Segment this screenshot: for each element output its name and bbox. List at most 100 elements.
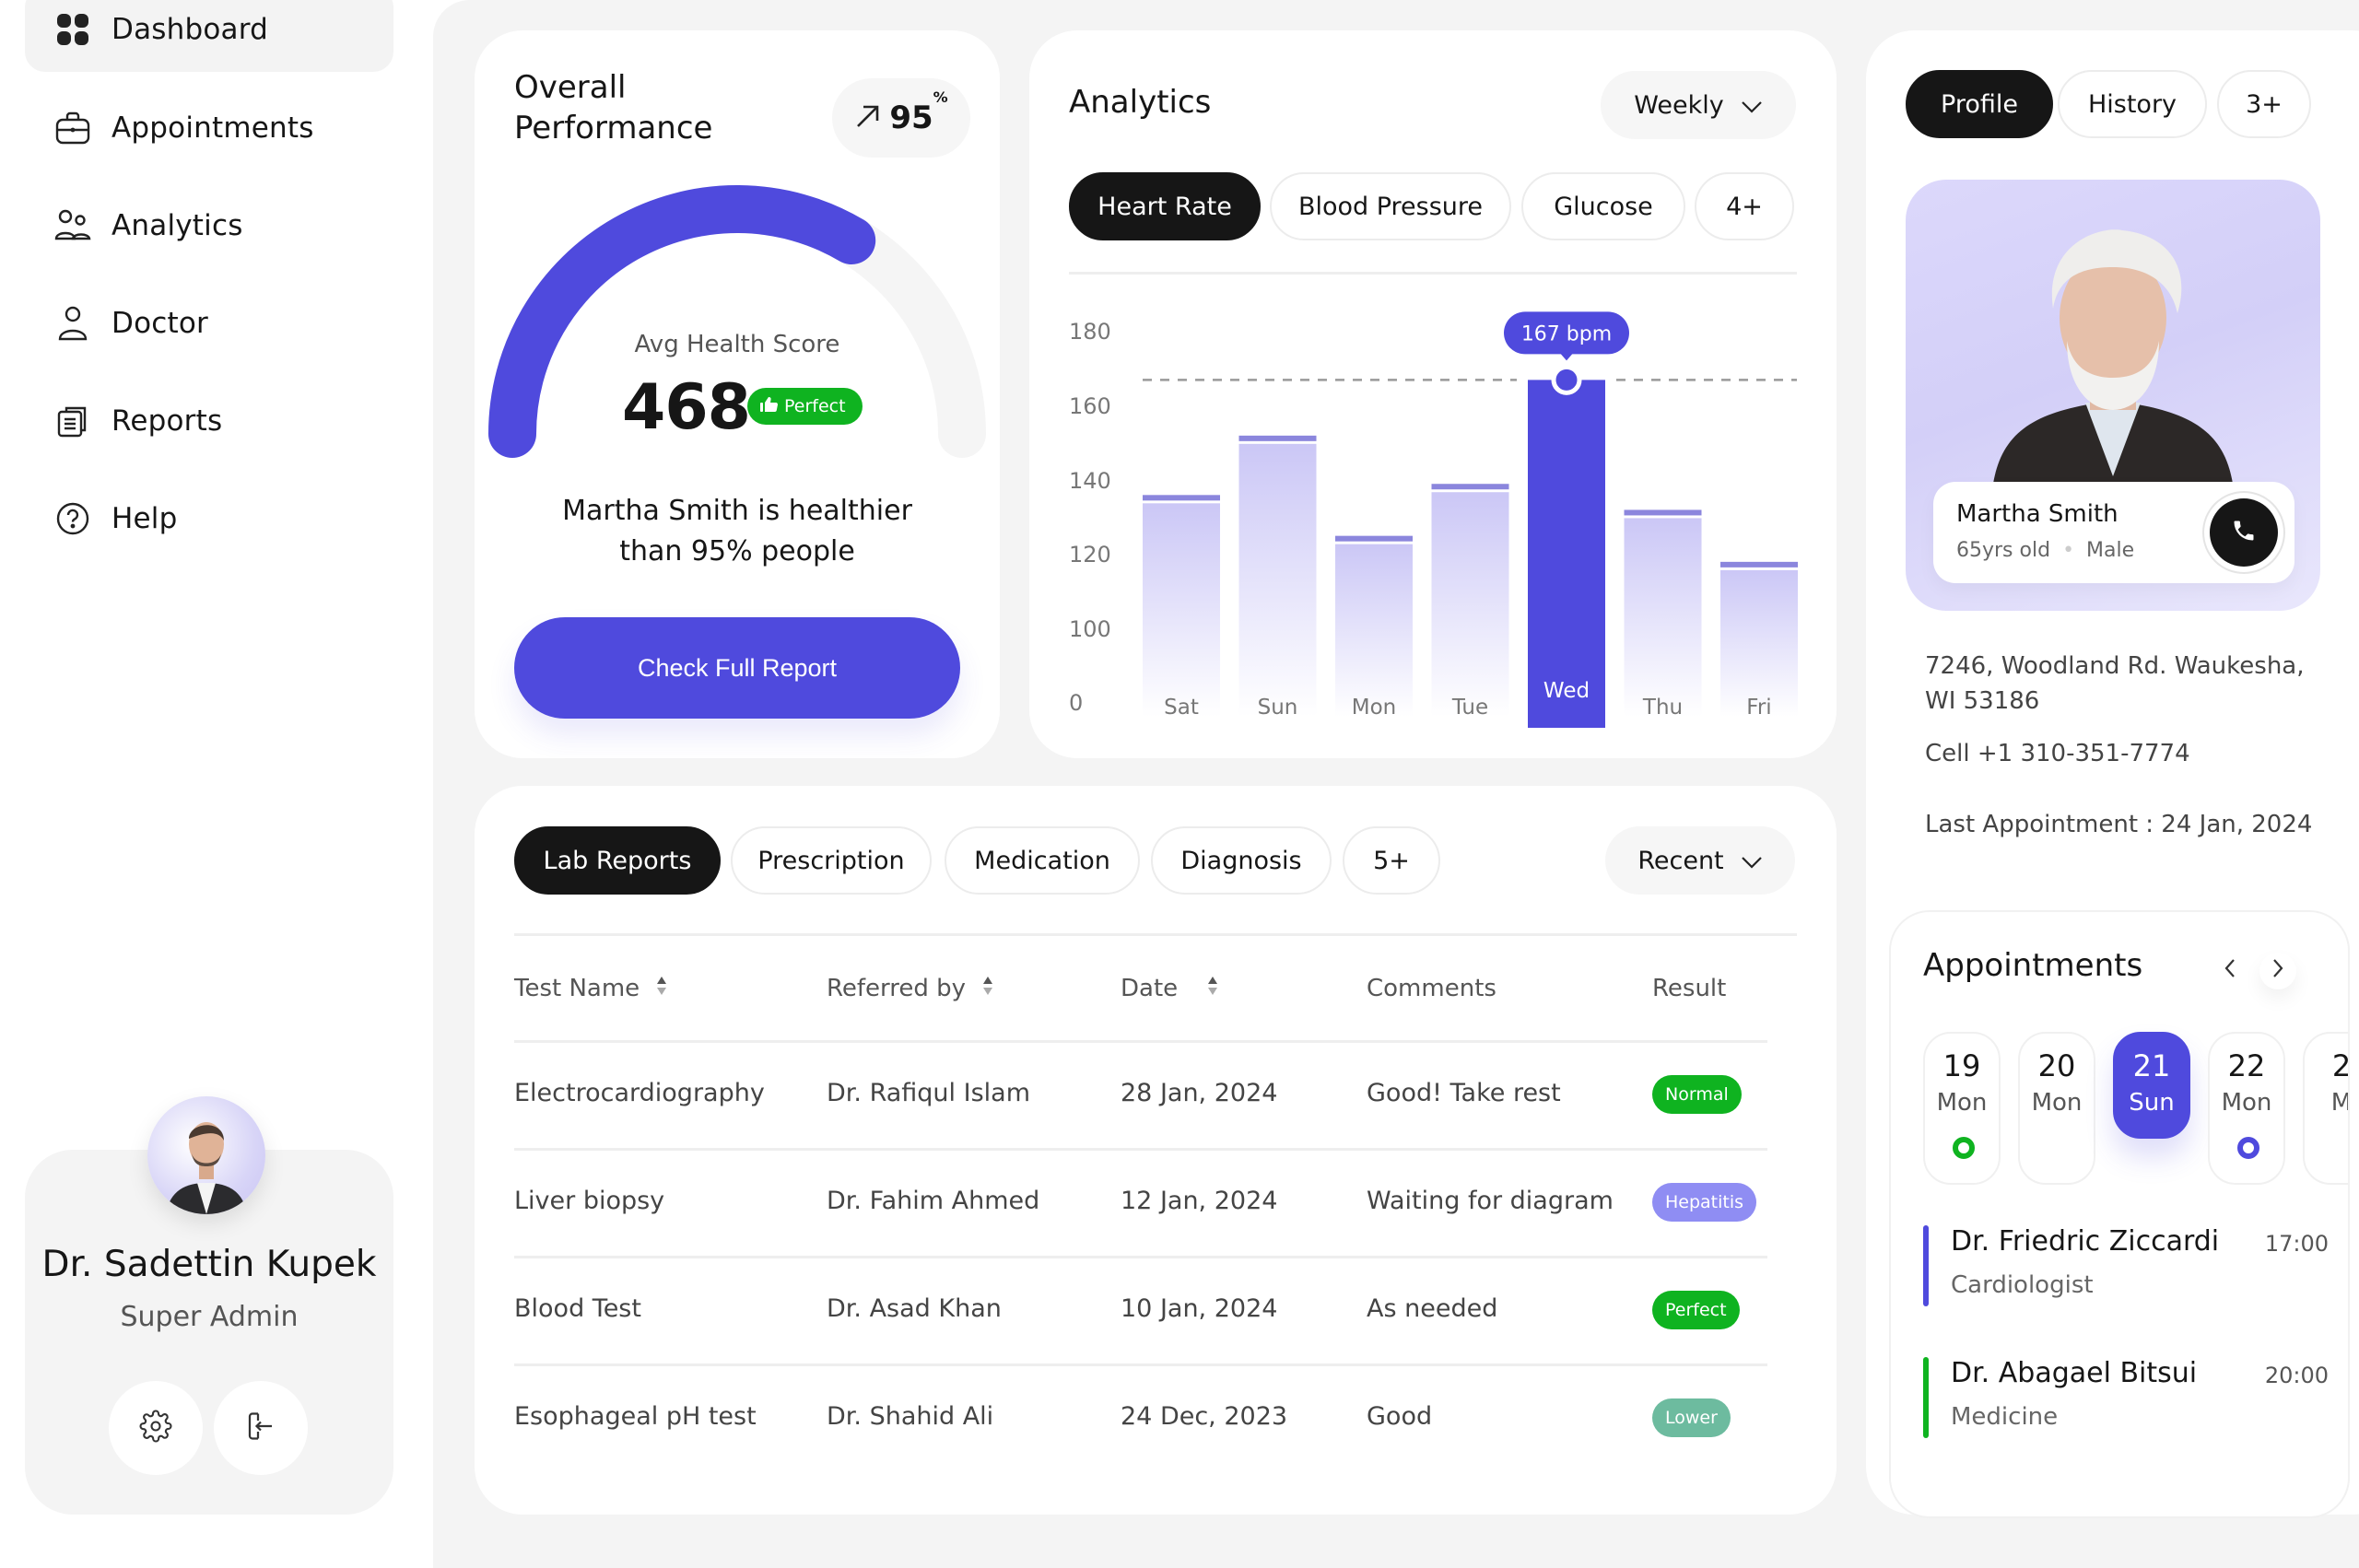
check-full-report-button[interactable]: Check Full Report: [514, 617, 960, 719]
x-tick-label: Wed: [1543, 679, 1590, 703]
tab-diagnosis[interactable]: Diagnosis: [1151, 826, 1332, 895]
x-tick-label: Fri: [1746, 696, 1771, 720]
y-tick-label: 120: [1069, 542, 1111, 568]
user-role: Super Admin: [120, 1301, 299, 1333]
column-header-result: Result: [1652, 975, 1726, 1002]
cell-comments: Waiting for diagram: [1367, 1187, 1614, 1215]
y-tick-label: 0: [1069, 690, 1083, 716]
bar-sun[interactable]: [1238, 443, 1317, 717]
cell-test-name: Electrocardiography: [514, 1079, 765, 1107]
date-22[interactable]: 22 Mon: [2208, 1032, 2285, 1185]
user-icon: [54, 305, 91, 342]
date-weekday: Mon: [2031, 1089, 2083, 1117]
highlight-marker: [1551, 364, 1582, 395]
tooltip-label: 167 bpm: [1521, 322, 1612, 345]
appointment-time: 17:00: [2264, 1231, 2329, 1257]
bar-tue[interactable]: [1431, 492, 1509, 717]
bar-cap-thu: [1624, 509, 1702, 516]
bar-cap-tue: [1431, 484, 1509, 490]
patient-gender: Male: [2086, 539, 2135, 562]
sidebar-item-doctor[interactable]: Doctor: [25, 281, 393, 366]
sidebar-item-appointments[interactable]: Appointments: [25, 86, 393, 170]
row-divider: [514, 1148, 1767, 1151]
sidebar-item-help[interactable]: Help: [25, 476, 393, 561]
dashboard-grid-icon: [54, 11, 91, 48]
result-badge: Normal: [1652, 1075, 1742, 1114]
patient-address: 7246, Woodland Rd. Waukesha, WI 53186: [1925, 649, 2305, 719]
tab-prescription[interactable]: Prescription: [731, 826, 932, 895]
date-2[interactable]: 2M: [2303, 1032, 2348, 1185]
date-19[interactable]: 19 Mon: [1923, 1032, 2001, 1185]
appointment-specialty: Cardiologist: [1951, 1271, 2094, 1299]
sidebar-item-label: Dashboard: [111, 13, 268, 46]
cell-referred-by: Dr. Asad Khan: [827, 1294, 1002, 1323]
date-20[interactable]: 20 Mon: [2018, 1032, 2095, 1185]
bar-thu[interactable]: [1624, 518, 1702, 717]
sort-dropdown[interactable]: Recent: [1605, 826, 1795, 895]
appointment-item[interactable]: Dr. Abagael Bitsui Medicine 20:00: [1923, 1357, 2329, 1440]
date-21[interactable]: 21 Sun: [2113, 1032, 2190, 1139]
appointment-specialty: Medicine: [1951, 1403, 2059, 1431]
logout-icon: [244, 1410, 277, 1446]
briefcase-icon: [54, 110, 91, 146]
column-header-test-name[interactable]: Test Name: [514, 975, 667, 1002]
next-button[interactable]: [2259, 953, 2296, 989]
sidebar-item-label: Appointments: [111, 111, 314, 145]
tab-lab-reports[interactable]: Lab Reports: [514, 826, 721, 895]
column-label: Test Name: [514, 975, 640, 1002]
call-button[interactable]: [2210, 498, 2278, 567]
y-tick-label: 180: [1069, 319, 1111, 345]
row-divider: [514, 1256, 1767, 1258]
date-number: 20: [2037, 1048, 2076, 1083]
date-number: 22: [2227, 1048, 2266, 1083]
column-header-date[interactable]: Date: [1121, 975, 1218, 1002]
bar-mon[interactable]: [1335, 544, 1413, 717]
performance-description: Martha Smith is healthier than 95% peopl…: [475, 491, 1000, 572]
column-header-referred-by[interactable]: Referred by: [827, 975, 993, 1002]
column-label: Comments: [1367, 975, 1496, 1002]
score-badge: Perfect: [747, 388, 863, 425]
tab-medication[interactable]: Medication: [945, 826, 1140, 895]
user-avatar: [147, 1096, 265, 1214]
appointment-indicator-icon: [2237, 1137, 2259, 1159]
sidebar: Dashboard Appointments Analytics Doctor …: [0, 0, 433, 1568]
bar-sat[interactable]: [1143, 503, 1220, 717]
sidebar-item-reports[interactable]: Reports: [25, 379, 393, 463]
logout-button[interactable]: [214, 1381, 308, 1475]
sidebar-item-label: Reports: [111, 404, 223, 438]
tab-more[interactable]: 5+: [1343, 826, 1440, 895]
sidebar-item-label: Doctor: [111, 307, 208, 340]
appointment-item[interactable]: Dr. Friedric Ziccardi Cardiologist 17:00: [1923, 1225, 2329, 1308]
tab-profile[interactable]: Profile: [1906, 70, 2053, 138]
bar-wed[interactable]: [1528, 380, 1605, 728]
phone-icon: [2231, 518, 2257, 547]
patient-card: Martha Smith 65yrs old • Male: [1933, 482, 2294, 583]
address-line1: 7246, Woodland Rd. Waukesha,: [1925, 652, 2305, 680]
cell-date: 10 Jan, 2024: [1121, 1294, 1278, 1323]
column-label: Result: [1652, 975, 1727, 1002]
appointments-widget: Appointments 19 Mon 20 Mon 21 Sun 22 Mon 2 M Dr. …: [1889, 910, 2350, 1518]
appointment-doctor: Dr. Abagael Bitsui: [1951, 1357, 2198, 1389]
previous-button[interactable]: [2212, 953, 2248, 989]
settings-button[interactable]: [109, 1381, 203, 1475]
tab-more[interactable]: 3+: [2217, 70, 2311, 138]
patient-profile-card: Profile History 3+ Martha Smith 65yrs ol…: [1866, 30, 2359, 1518]
appointments-title: Appointments: [1923, 947, 2143, 984]
x-tick-label: Tue: [1451, 696, 1488, 720]
sidebar-item-analytics[interactable]: Analytics: [25, 183, 393, 268]
x-tick-label: Sat: [1164, 696, 1199, 720]
sidebar-item-dashboard[interactable]: Dashboard: [25, 0, 393, 72]
lab-divider: [514, 933, 1797, 936]
cell-date: 28 Jan, 2024: [1121, 1079, 1278, 1107]
tab-history[interactable]: History: [2058, 70, 2207, 138]
appointment-time: 20:00: [2264, 1363, 2329, 1388]
x-tick-label: Thu: [1642, 696, 1683, 720]
health-score: 468: [622, 371, 751, 444]
analytics-card: Analytics Weekly Heart Rate Blood Pressu…: [1029, 30, 1837, 758]
column-label: Date: [1121, 975, 1179, 1002]
result-badge: Perfect: [1652, 1291, 1740, 1329]
column-header-comments: Comments: [1367, 975, 1496, 1002]
date-weekday: Sun: [2129, 1089, 2175, 1117]
gauge-label: Avg Health Score: [634, 331, 840, 358]
appointment-color-bar: [1923, 1357, 1929, 1438]
